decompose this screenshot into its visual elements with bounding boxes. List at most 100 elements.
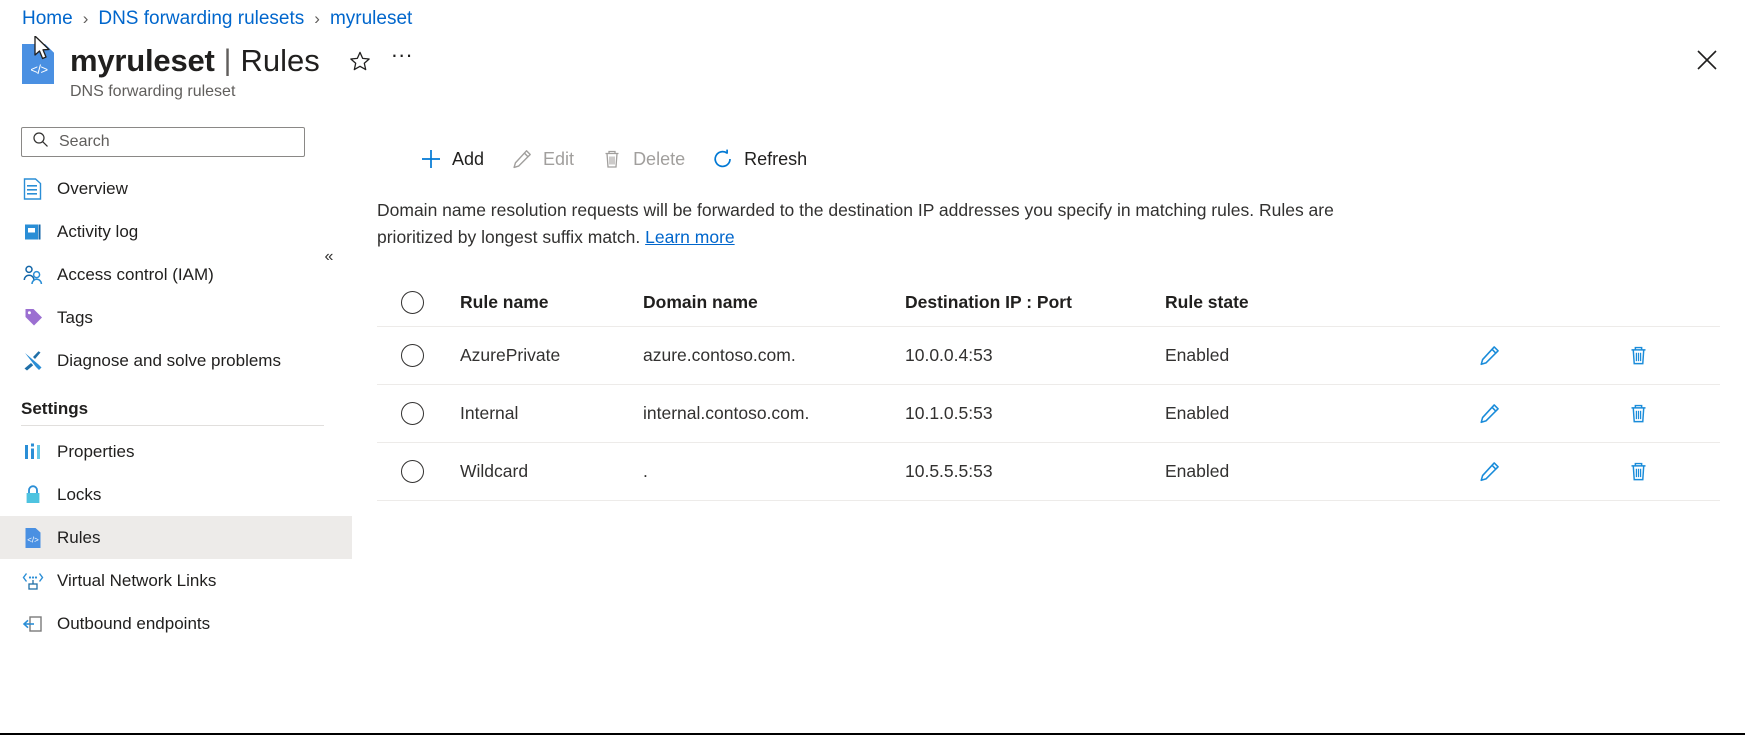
description-text: Domain name resolution requests will be … bbox=[377, 197, 1347, 251]
sidebar-item-label: Activity log bbox=[57, 222, 138, 242]
sidebar-group-title: Settings bbox=[0, 399, 352, 419]
breadcrumb-separator-icon: › bbox=[314, 9, 320, 29]
sidebar-item-overview[interactable]: Overview bbox=[0, 167, 352, 210]
plus-icon bbox=[419, 147, 443, 171]
sidebar-item-label: Overview bbox=[57, 179, 128, 199]
trash-glyph bbox=[601, 148, 623, 170]
trash-icon bbox=[600, 147, 624, 171]
plus-glyph bbox=[420, 148, 442, 170]
refresh-icon bbox=[711, 147, 735, 171]
search-box[interactable] bbox=[21, 127, 305, 157]
breadcrumb-item-myruleset[interactable]: myruleset bbox=[330, 8, 412, 30]
sidebar-item-label: Tags bbox=[57, 308, 93, 328]
breadcrumb: Home › DNS forwarding rulesets › myrules… bbox=[22, 4, 412, 34]
outbound-endpoints-icon bbox=[21, 612, 45, 636]
add-button[interactable]: Add bbox=[417, 142, 486, 176]
learn-more-link[interactable]: Learn more bbox=[645, 227, 735, 247]
cell-rule-state: Enabled bbox=[1165, 461, 1229, 481]
sidebar-item-access-control[interactable]: Access control (IAM) bbox=[0, 253, 352, 296]
cell-destination: 10.1.0.5:53 bbox=[905, 403, 993, 423]
activity-log-glyph bbox=[23, 222, 43, 242]
table-row[interactable]: AzurePrivate azure.contoso.com. 10.0.0.4… bbox=[377, 327, 1720, 385]
rules-table: Rule name Domain name Destination IP : P… bbox=[377, 279, 1720, 501]
sidebar-item-virtual-network-links[interactable]: Virtual Network Links bbox=[0, 559, 352, 602]
page-section-title: Rules bbox=[240, 43, 319, 79]
breadcrumb-separator-icon: › bbox=[83, 9, 89, 29]
refresh-button[interactable]: Refresh bbox=[709, 142, 809, 176]
sidebar-item-label: Access control (IAM) bbox=[57, 265, 214, 285]
rules-glyph: </> bbox=[24, 527, 43, 549]
rules-icon: </> bbox=[21, 526, 45, 550]
overview-icon bbox=[21, 177, 45, 201]
trash-glyph bbox=[1627, 402, 1650, 425]
sidebar-item-locks[interactable]: Locks bbox=[0, 473, 352, 516]
row-select-radio[interactable] bbox=[401, 344, 424, 367]
pencil-glyph bbox=[511, 148, 533, 170]
code-file-icon: </> bbox=[22, 42, 56, 86]
table-row[interactable]: Internal internal.contoso.com. 10.1.0.5:… bbox=[377, 385, 1720, 443]
main-content: Add Edit bbox=[352, 120, 1745, 731]
tags-glyph bbox=[23, 307, 44, 328]
edit-button[interactable]: Edit bbox=[508, 142, 576, 176]
sidebar-item-properties[interactable]: Properties bbox=[0, 430, 352, 473]
virtual-network-links-glyph bbox=[22, 571, 44, 591]
table-row[interactable]: Wildcard . 10.5.5.5:53 Enabled bbox=[377, 443, 1720, 501]
select-all-radio[interactable] bbox=[401, 291, 424, 314]
cell-destination: 10.0.0.4:53 bbox=[905, 345, 993, 365]
access-control-icon bbox=[21, 263, 45, 287]
portal-page: Home › DNS forwarding rulesets › myrules… bbox=[0, 0, 1745, 735]
row-edit-pencil-icon[interactable] bbox=[1474, 341, 1504, 371]
row-select-cell bbox=[377, 460, 460, 483]
breadcrumb-item-dns-forwarding-rulesets[interactable]: DNS forwarding rulesets bbox=[98, 8, 304, 30]
svg-text:</>: </> bbox=[27, 535, 39, 544]
cell-rule-name: AzurePrivate bbox=[460, 345, 560, 365]
sidebar-item-outbound-endpoints[interactable]: Outbound endpoints bbox=[0, 602, 352, 645]
delete-button[interactable]: Delete bbox=[598, 142, 687, 176]
access-control-glyph bbox=[22, 264, 44, 286]
refresh-glyph bbox=[712, 148, 734, 170]
row-edit-pencil-icon[interactable] bbox=[1474, 457, 1504, 487]
search-glyph bbox=[32, 131, 49, 148]
search-row bbox=[21, 127, 305, 157]
cell-domain-name: internal.contoso.com. bbox=[643, 403, 809, 423]
outbound-endpoints-glyph bbox=[22, 614, 44, 634]
sidebar-item-tags[interactable]: Tags bbox=[0, 296, 352, 339]
page-subtitle: DNS forwarding ruleset bbox=[70, 83, 415, 101]
properties-icon bbox=[21, 440, 45, 464]
sidebar-item-diagnose[interactable]: Diagnose and solve problems bbox=[0, 339, 352, 382]
pencil-icon bbox=[510, 147, 534, 171]
title-separator: | bbox=[224, 43, 232, 79]
sidebar-item-rules[interactable]: </> Rules bbox=[0, 516, 352, 559]
select-all-cell bbox=[377, 291, 460, 314]
sidebar-item-label: Diagnose and solve problems bbox=[57, 351, 281, 371]
search-icon bbox=[32, 131, 49, 153]
add-button-label: Add bbox=[452, 149, 484, 170]
trash-glyph bbox=[1627, 344, 1650, 367]
column-header-rule-state: Rule state bbox=[1165, 292, 1249, 312]
close-glyph bbox=[1695, 48, 1719, 72]
row-select-radio[interactable] bbox=[401, 460, 424, 483]
row-delete-trash-icon[interactable] bbox=[1623, 457, 1653, 487]
sidebar-item-label: Rules bbox=[57, 528, 100, 548]
delete-button-label: Delete bbox=[633, 149, 685, 170]
row-edit-pencil-icon[interactable] bbox=[1474, 399, 1504, 429]
row-delete-trash-icon[interactable] bbox=[1623, 341, 1653, 371]
edit-button-label: Edit bbox=[543, 149, 574, 170]
properties-glyph bbox=[23, 442, 43, 462]
page-title: myruleset bbox=[70, 43, 215, 79]
row-delete-trash-icon[interactable] bbox=[1623, 399, 1653, 429]
mouse-cursor-icon bbox=[34, 36, 52, 62]
row-select-radio[interactable] bbox=[401, 402, 424, 425]
sidebar-item-activity-log[interactable]: Activity log bbox=[0, 210, 352, 253]
description-body: Domain name resolution requests will be … bbox=[377, 200, 1334, 247]
cell-domain-name: . bbox=[643, 461, 648, 481]
close-icon[interactable] bbox=[1691, 44, 1723, 76]
sidebar-nav-list: Overview Activity log bbox=[0, 167, 352, 645]
star-icon[interactable] bbox=[347, 48, 373, 74]
ellipsis-icon[interactable]: ··· bbox=[389, 42, 415, 80]
search-input[interactable] bbox=[57, 132, 291, 152]
row-select-cell bbox=[377, 402, 460, 425]
breadcrumb-item-home[interactable]: Home bbox=[22, 8, 73, 30]
cell-rule-name: Wildcard bbox=[460, 461, 528, 481]
sidebar-divider bbox=[21, 425, 324, 426]
